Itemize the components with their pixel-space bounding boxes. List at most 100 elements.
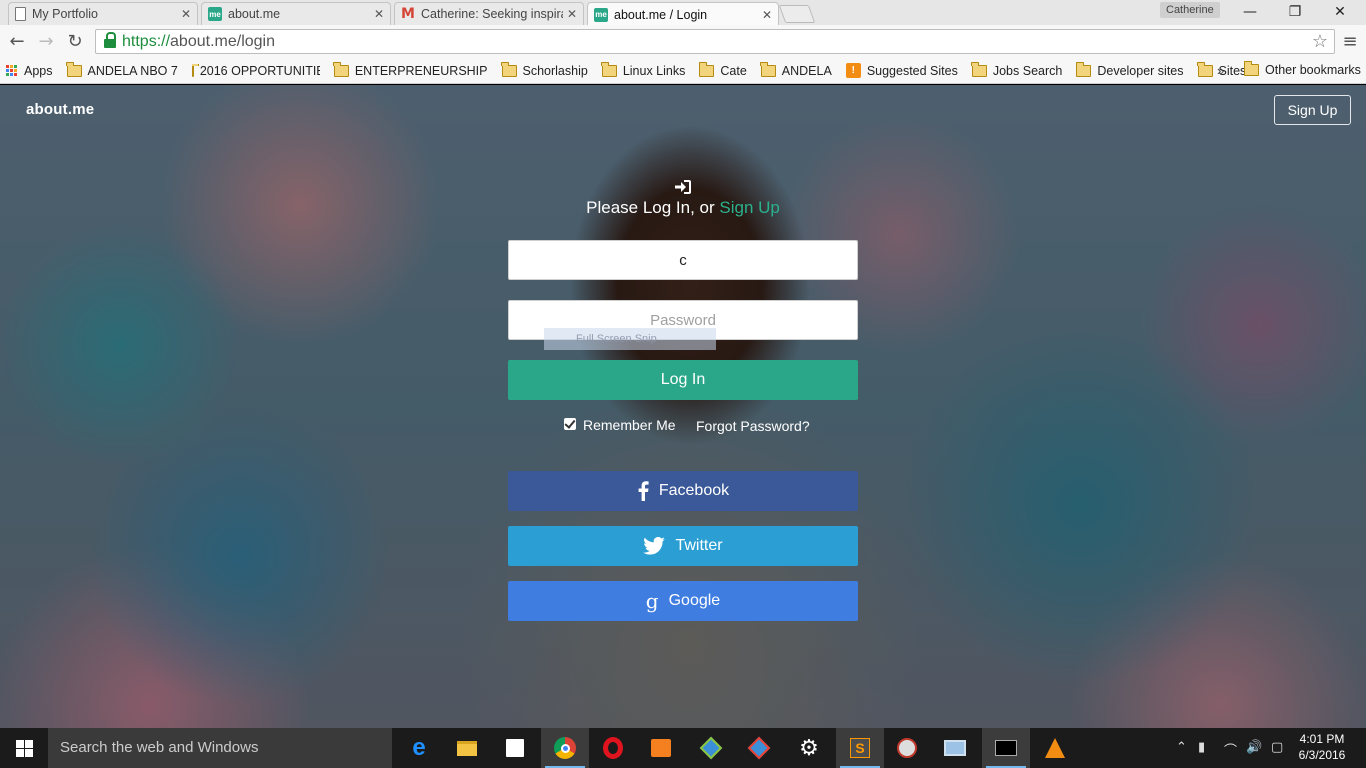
close-icon[interactable]: ✕ (567, 7, 577, 21)
reload-icon[interactable]: ↻ (64, 31, 86, 53)
battery-icon[interactable]: ▮ (1198, 740, 1205, 755)
forgot-password-link[interactable]: Forgot Password? (696, 418, 810, 434)
bookmark-label: Cate (720, 63, 747, 78)
browser-tab-strip: My Portfolio ✕ me about.me ✕ M Catherine… (0, 0, 1366, 26)
folder-icon (1197, 61, 1213, 77)
bookmark-label: Apps (24, 63, 53, 78)
facebook-icon (637, 481, 649, 501)
url-scheme: https:// (122, 32, 171, 50)
wifi-icon[interactable]: ⌒ (1224, 740, 1237, 759)
profile-button[interactable]: Catherine (1160, 2, 1220, 18)
aboutme-icon: me (208, 7, 222, 21)
clock-time: 4:01 PM (1299, 732, 1345, 746)
snipping-tool-icon[interactable] (892, 733, 922, 763)
tab-aboutme[interactable]: me about.me ✕ (201, 2, 391, 25)
other-bookmarks[interactable]: Other bookmarks (1243, 61, 1361, 77)
chrome-menu-icon[interactable]: ≡ (1340, 31, 1360, 53)
new-tab-button[interactable] (778, 5, 816, 23)
suggested-sites-icon: ! (845, 63, 861, 78)
tab-title: My Portfolio (32, 7, 98, 21)
snip-tooltip: Full Screen Snip (544, 328, 716, 350)
bookmark-folder[interactable]: ANDELA NBO 7 (66, 61, 178, 78)
bookmark-label: Schorlaship (522, 63, 588, 78)
url-path: about.me/login (170, 32, 275, 50)
bookmark-apps[interactable]: Apps (6, 64, 53, 78)
tab-title: about.me / Login (614, 7, 708, 22)
google-login-button[interactable]: g Google (508, 581, 858, 621)
bookmark-folder[interactable]: Schorlaship (501, 61, 588, 78)
restore-icon[interactable]: ❐ (1275, 2, 1315, 22)
login-page: about.me Sign Up Please Log In, or Sign … (0, 85, 1366, 728)
folder-icon (1075, 61, 1092, 77)
bookmark-folder[interactable]: Developer sites (1075, 61, 1184, 78)
close-icon[interactable]: ✕ (181, 7, 191, 21)
tab-my-portfolio[interactable]: My Portfolio ✕ (8, 2, 198, 25)
settings-icon[interactable]: ⚙ (794, 733, 824, 763)
taskbar-search[interactable]: Search the web and Windows (48, 728, 392, 768)
media-player-icon[interactable] (646, 733, 676, 763)
bookmark-folder[interactable]: ANDELA (760, 61, 832, 78)
folder-icon (1243, 61, 1259, 76)
site-logo[interactable]: about.me (26, 101, 94, 118)
bookmark-label: ANDELA (781, 63, 832, 78)
tab-aboutme-login[interactable]: me about.me / Login ✕ (587, 2, 779, 26)
close-icon[interactable]: ✕ (374, 7, 384, 21)
start-button[interactable] (0, 728, 48, 768)
bookmark-folder[interactable]: Cate (698, 61, 747, 78)
opera-icon[interactable] (598, 733, 628, 763)
bookmark-suggested-sites[interactable]: ! Suggested Sites (845, 63, 958, 78)
login-heading: Please Log In, or Sign Up (508, 198, 858, 218)
folder-icon (66, 61, 82, 77)
twitter-icon (643, 537, 666, 555)
tab-gmail[interactable]: M Catherine: Seeking inspira ✕ (394, 2, 584, 25)
bookmark-label: Developer sites (1097, 63, 1184, 78)
signup-header-button[interactable]: Sign Up (1274, 95, 1351, 125)
twitter-login-button[interactable]: Twitter (508, 526, 858, 566)
terminal-icon[interactable] (982, 728, 1030, 768)
taskbar-clock[interactable]: 4:01 PM 6/3/2016 (1296, 731, 1348, 763)
bookmarks-overflow-button[interactable]: » (1217, 63, 1224, 78)
windows-taskbar: Search the web and Windows e ⚙ S ⌃ ▮ ⌒ 🔊… (0, 728, 1366, 768)
google-icon: g (645, 589, 659, 613)
bookmark-star-icon[interactable]: ☆ (1312, 31, 1328, 52)
bookmark-folder[interactable]: 2016 OPPORTUNITIES (191, 63, 320, 78)
sign-in-icon (675, 180, 691, 194)
apps-icon (6, 64, 18, 77)
minimize-icon[interactable]: — (1230, 2, 1270, 22)
file-explorer-icon[interactable] (452, 733, 482, 763)
bookmark-label: Other bookmarks (1265, 63, 1361, 77)
volume-icon[interactable]: 🔊 (1246, 740, 1262, 755)
bookmark-folder[interactable]: Jobs Search (971, 61, 1063, 78)
remote-desktop-icon[interactable] (940, 733, 970, 763)
facebook-label: Facebook (658, 482, 730, 499)
bookmark-label: Suggested Sites (866, 63, 958, 78)
forward-icon[interactable]: → (35, 31, 57, 53)
bookmark-label: ENTERPRENEURSHIP (354, 63, 488, 78)
username-field[interactable]: c (508, 240, 858, 280)
browser-toolbar: ← → ↻ https:// about.me/login ☆ ≡ (0, 25, 1366, 58)
bookmark-folder[interactable]: Linux Links (601, 61, 686, 78)
edge-icon[interactable]: e (404, 733, 434, 763)
close-window-icon[interactable]: ✕ (1320, 2, 1360, 22)
folder-icon (971, 61, 987, 77)
show-hidden-icons-icon[interactable]: ⌃ (1176, 740, 1187, 755)
chrome-icon[interactable] (541, 728, 589, 768)
git-tool-icon[interactable] (744, 733, 774, 763)
notifications-icon[interactable]: ▢ (1271, 740, 1283, 755)
vlc-icon[interactable] (1040, 733, 1070, 763)
store-icon[interactable] (500, 733, 530, 763)
git-tool-icon[interactable] (696, 733, 726, 763)
folder-icon (698, 61, 715, 77)
heading-signup-link[interactable]: Sign Up (719, 198, 779, 217)
address-bar[interactable]: https:// about.me/login ☆ (95, 29, 1335, 54)
remember-me[interactable]: Remember Me (564, 417, 676, 433)
bookmark-label: Jobs Search (992, 63, 1063, 78)
sublime-text-icon[interactable]: S (836, 728, 884, 768)
login-button[interactable]: Log In (508, 360, 858, 400)
bookmark-folder[interactable]: ENTERPRENEURSHIP (333, 61, 488, 78)
bookmark-label: Linux Links (622, 63, 686, 78)
close-icon[interactable]: ✕ (762, 8, 772, 22)
remember-me-checkbox[interactable] (564, 418, 576, 430)
back-icon[interactable]: ← (6, 31, 28, 53)
facebook-login-button[interactable]: Facebook (508, 471, 858, 511)
